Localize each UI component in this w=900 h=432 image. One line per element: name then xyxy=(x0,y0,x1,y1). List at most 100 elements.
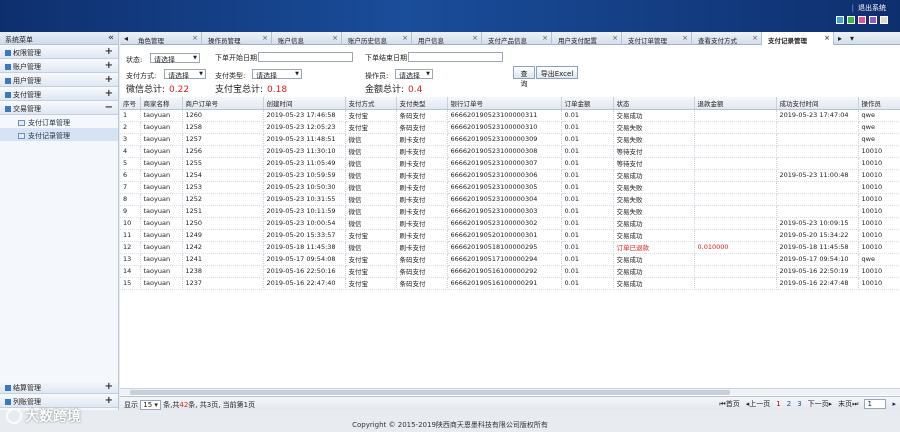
tab-operator[interactable]: 操作员管理 × xyxy=(202,32,272,45)
tab-menu-icon[interactable]: ▾ xyxy=(846,32,858,44)
tab-account-history[interactable]: 账户历史信息 × xyxy=(342,32,412,45)
col-header[interactable]: 订单金额 xyxy=(561,97,614,110)
table-row[interactable]: 7 taoyuan 1253 2019-05-23 10:50:30 微信 刷卡支付 666… xyxy=(120,181,900,194)
scrollbar-thumb[interactable] xyxy=(130,390,730,395)
tab-pay-methods[interactable]: 查看支付方式 × xyxy=(692,32,762,45)
table-row[interactable]: 9 taoyuan 1251 2019-05-23 10:11:59 微信 刷卡支付 666… xyxy=(120,205,900,218)
menu-account[interactable]: 账户管理 + xyxy=(0,59,118,73)
tab-next-icon[interactable]: ▸ xyxy=(834,32,846,44)
table-row[interactable]: 11 taoyuan 1249 2019-05-20 15:33:57 支付宝 刷卡支付 6… xyxy=(120,229,900,242)
pay-type-select[interactable]: 请选择 xyxy=(252,69,302,80)
col-header[interactable]: 退款金额 xyxy=(694,97,777,110)
skin-purple-swatch[interactable] xyxy=(869,16,877,24)
go-page-icon[interactable]: ▸ xyxy=(892,400,896,408)
menu-user[interactable]: 用户管理 + xyxy=(0,73,118,87)
close-icon[interactable]: × xyxy=(472,34,478,42)
last-page-link[interactable]: 末页⏭ xyxy=(838,399,858,409)
col-header[interactable]: 操作员 xyxy=(858,97,900,110)
skin-blue-swatch[interactable] xyxy=(836,16,844,24)
next-page-link[interactable]: 下一页▸ xyxy=(808,399,833,409)
col-header[interactable]: 银行订单号 xyxy=(447,97,562,110)
expand-icon[interactable]: + xyxy=(105,381,113,392)
expand-icon[interactable]: + xyxy=(105,395,113,406)
menu-settlement[interactable]: 结算管理 + xyxy=(0,380,118,394)
status-select[interactable]: 请选择 xyxy=(150,53,200,64)
close-icon[interactable]: × xyxy=(612,34,618,42)
table-row[interactable]: 10 taoyuan 1250 2019-05-23 10:00:54 微信 刷卡支付 66… xyxy=(120,217,900,230)
close-icon[interactable]: × xyxy=(824,34,830,42)
tab-pay-product[interactable]: 支付产品信息 × xyxy=(482,32,552,45)
close-icon[interactable]: × xyxy=(542,34,548,42)
close-icon[interactable]: × xyxy=(192,34,198,42)
col-header[interactable]: 支付类型 xyxy=(396,97,448,110)
close-icon[interactable]: × xyxy=(332,34,338,42)
page-link-3[interactable]: 3 xyxy=(797,400,801,408)
submenu-payment-orders[interactable]: 支付订单管理 xyxy=(0,115,118,128)
close-icon[interactable]: × xyxy=(752,34,758,42)
expand-icon[interactable]: + xyxy=(105,60,113,71)
submenu-payment-records[interactable]: 支付记录管理 xyxy=(0,128,118,141)
table-row[interactable]: 1 taoyuan 1260 2019-05-23 17:46:58 支付宝 条码支付 66… xyxy=(120,109,900,122)
expand-icon[interactable]: + xyxy=(105,88,113,99)
expand-icon[interactable]: + xyxy=(105,46,113,57)
tab-label: 查看支付方式 xyxy=(698,37,737,45)
expand-icon[interactable]: + xyxy=(105,74,113,85)
table-row[interactable]: 6 taoyuan 1254 2019-05-23 10:59:59 微信 刷卡支付 666… xyxy=(120,169,900,182)
table-cell: 0.01 xyxy=(561,121,614,134)
table-row[interactable]: 8 taoyuan 1252 2019-05-23 10:31:55 微信 刷卡支付 666… xyxy=(120,193,900,206)
page-link-2[interactable]: 2 xyxy=(787,400,791,408)
close-icon[interactable]: × xyxy=(402,34,408,42)
export-excel-button[interactable]: 导出Excel xyxy=(536,66,578,79)
col-header[interactable]: 商家名称 xyxy=(140,97,183,110)
menu-transaction[interactable]: 交易管理 − xyxy=(0,101,118,115)
skin-pink-swatch[interactable] xyxy=(858,16,866,24)
col-header[interactable]: 创建时间 xyxy=(263,97,346,110)
page-link-1[interactable]: 1 xyxy=(776,400,780,408)
collapse-icon[interactable]: − xyxy=(105,102,113,113)
tab-bar: ◂ 角色管理 × 操作员管理 × 账户信息 × 账户历史信息 × 用户信息 × 支付产品信… xyxy=(120,32,900,45)
table-row[interactable]: 12 taoyuan 1242 2019-05-18 11:45:38 微信 刷卡支付 66… xyxy=(120,241,900,254)
table-cell: 支付宝 xyxy=(345,121,397,134)
tab-pay-orders[interactable]: 支付订单管理 × xyxy=(622,32,692,45)
menu-payment[interactable]: 支付管理 + xyxy=(0,87,118,101)
page-size-select[interactable]: 15 ▾ xyxy=(140,400,161,410)
horizontal-scrollbar[interactable] xyxy=(120,388,900,395)
table-row[interactable]: 13 taoyuan 1241 2019-05-17 09:54:08 支付宝 条码支付 6… xyxy=(120,253,900,266)
table-row[interactable]: 4 taoyuan 1256 2019-05-23 11:30:10 微信 刷卡支付 666… xyxy=(120,145,900,158)
operator-select[interactable]: 请选择 xyxy=(395,69,433,80)
prev-page-link[interactable]: ◂上一页 xyxy=(746,399,771,409)
skin-green-swatch[interactable] xyxy=(847,16,855,24)
col-header[interactable]: 商户订单号 xyxy=(182,97,264,110)
col-header[interactable]: 状态 xyxy=(613,97,695,110)
table-row[interactable]: 5 taoyuan 1255 2019-05-23 11:05:49 微信 刷卡支付 666… xyxy=(120,157,900,170)
tab-role[interactable]: 角色管理 × xyxy=(132,32,202,45)
query-button[interactable]: 查 询 xyxy=(513,66,535,88)
collapse-sidebar-icon[interactable]: « xyxy=(108,33,114,43)
tab-account-info[interactable]: 账户信息 × xyxy=(272,32,342,45)
table-row[interactable]: 14 taoyuan 1238 2019-05-16 22:50:16 支付宝 条码支付 6… xyxy=(120,265,900,278)
pay-method-select[interactable]: 请选择 xyxy=(164,69,206,80)
menu-permission[interactable]: 权限管理 + xyxy=(0,45,118,59)
tab-label: 操作员管理 xyxy=(208,37,241,45)
tab-user-pay-config[interactable]: 用户支付配置 × xyxy=(552,32,622,45)
logout-link[interactable]: 退出系统 xyxy=(852,3,886,13)
skin-gray-swatch[interactable] xyxy=(880,16,888,24)
col-header[interactable]: 成功支付时间 xyxy=(776,97,859,110)
table-cell: 2019-05-20 15:34:22 xyxy=(776,229,859,242)
table-row[interactable]: 15 taoyuan 1237 2019-05-16 22:47:40 支付宝 条码支付 6… xyxy=(120,277,900,290)
first-page-link[interactable]: ⏮首页 xyxy=(719,399,739,409)
start-date-input[interactable] xyxy=(258,52,353,62)
table-row[interactable]: 2 taoyuan 1258 2019-05-23 12:05:23 支付宝 条码支付 66… xyxy=(120,121,900,134)
table-row[interactable]: 3 taoyuan 1257 2019-05-23 11:48:51 微信 刷卡支付 666… xyxy=(120,133,900,146)
page-number-input[interactable]: 1 xyxy=(864,399,887,409)
tab-prev-icon[interactable]: ◂ xyxy=(120,32,132,44)
close-icon[interactable]: × xyxy=(262,34,268,42)
table-cell xyxy=(694,181,777,194)
end-date-input[interactable] xyxy=(408,52,503,62)
close-icon[interactable]: × xyxy=(682,34,688,42)
tab-pay-records[interactable]: 支付记录管理 × xyxy=(762,32,834,45)
tab-user-info[interactable]: 用户信息 × xyxy=(412,32,482,45)
col-header[interactable]: 序号 xyxy=(120,97,141,110)
show-label: 显示 xyxy=(124,401,138,409)
col-header[interactable]: 支付方式 xyxy=(345,97,397,110)
